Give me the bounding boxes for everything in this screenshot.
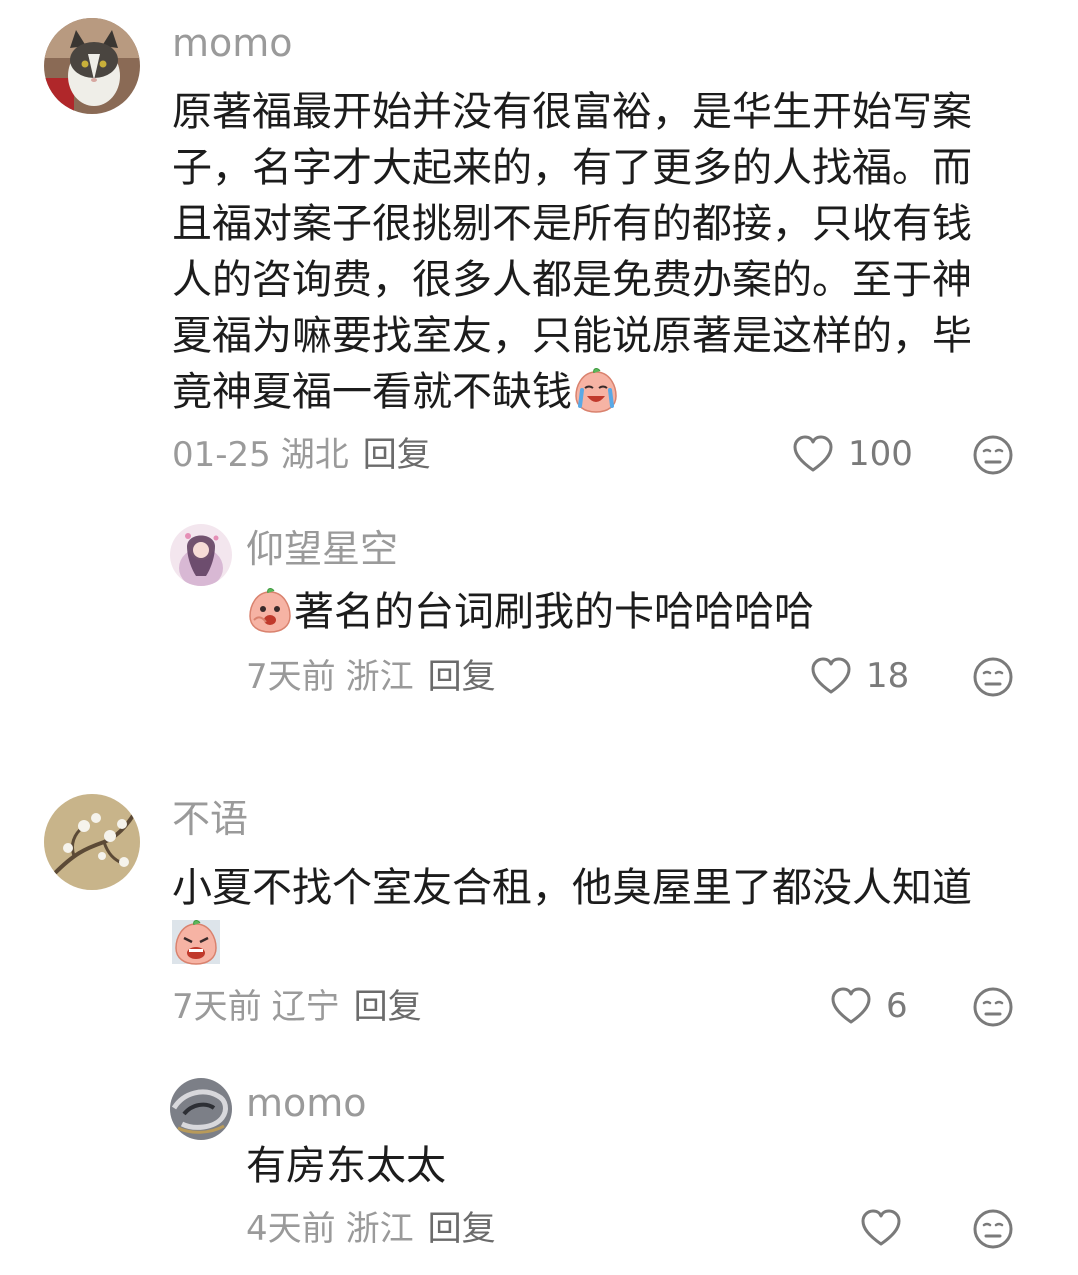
reply-button[interactable]: 回复 xyxy=(428,1209,496,1249)
username[interactable]: 仰望星空 xyxy=(246,530,398,568)
reply-meta: 4天前 浙江 回复 xyxy=(246,1212,496,1246)
avatar[interactable] xyxy=(170,1078,232,1140)
username[interactable]: 不语 xyxy=(172,800,248,838)
comment-text-line: 小夏不找个室友合租，他臭屋里了都没人知道 xyxy=(172,865,972,911)
heart-icon xyxy=(811,657,851,694)
comment-text-line: 且福对案子很挑剔不是所有的都接，只收有钱 xyxy=(172,201,972,247)
reply-location: 浙江 xyxy=(345,657,414,697)
heart-icon xyxy=(831,987,871,1024)
reply-meta: 7天前 浙江 回复 xyxy=(246,660,496,694)
avatar[interactable] xyxy=(170,524,232,586)
laughing-face-emoji xyxy=(249,588,291,633)
comment-text-line: 子，名字才大起来的，有了更多的人找福。而 xyxy=(172,145,972,191)
crying-face-emoji xyxy=(575,368,617,413)
avatar[interactable] xyxy=(44,794,140,890)
comment-text-line: 原著福最开始并没有很富裕，是华生开始写案 xyxy=(172,89,972,135)
heart-icon xyxy=(861,1209,901,1246)
like-count: 100 xyxy=(848,434,913,474)
comment-text-line: 竟神夏福一看就不缺钱 xyxy=(172,369,572,415)
dislike-icon[interactable] xyxy=(972,434,1014,476)
reply-button[interactable]: 回复 xyxy=(428,657,496,697)
reply-location: 浙江 xyxy=(345,1209,414,1249)
like-count: 18 xyxy=(866,656,910,696)
like-count: 6 xyxy=(886,986,908,1026)
like-button[interactable]: 18 xyxy=(810,656,909,696)
comment-text-line-last: 竟神夏福一看就不缺钱 xyxy=(172,364,972,420)
like-button[interactable]: 100 xyxy=(792,434,913,474)
reply-text-line: 有房东太太 xyxy=(246,1143,446,1189)
reply-button[interactable]: 回复 xyxy=(354,987,422,1027)
heart-icon xyxy=(793,435,833,472)
comment-text: 原著福最开始并没有很富裕，是华生开始写案 子，名字才大起来的，有了更多的人找福。… xyxy=(172,84,972,420)
like-button[interactable]: 6 xyxy=(830,986,908,1026)
avatar[interactable] xyxy=(44,18,140,114)
dislike-icon[interactable] xyxy=(972,1208,1014,1250)
username[interactable]: momo xyxy=(246,1084,367,1122)
like-button[interactable] xyxy=(860,1208,902,1248)
comment-date: 01-25 xyxy=(172,435,271,475)
comment-meta: 01-25 湖北 回复 xyxy=(172,438,431,472)
reply-text: 著名的台词刷我的卡哈哈哈哈 xyxy=(246,584,814,640)
comment-text-line: 夏福为嘛要找室友，只能说原著是这样的，毕 xyxy=(172,313,972,359)
reply-text: 有房东太太 xyxy=(246,1138,446,1194)
angry-face-emoji xyxy=(172,920,220,965)
comment-date: 7天前 xyxy=(172,987,262,1027)
reply-text-line: 著名的台词刷我的卡哈哈哈哈 xyxy=(294,589,814,635)
reply-button[interactable]: 回复 xyxy=(363,435,431,475)
comment-location: 湖北 xyxy=(280,435,349,475)
reply-date: 7天前 xyxy=(246,657,336,697)
comment-text-line: 人的咨询费，很多人都是免费办案的。至于神 xyxy=(172,257,972,303)
dislike-icon[interactable] xyxy=(972,986,1014,1028)
dislike-icon[interactable] xyxy=(972,656,1014,698)
comment-meta: 7天前 辽宁 回复 xyxy=(172,990,422,1024)
comment-text: 小夏不找个室友合租，他臭屋里了都没人知道 xyxy=(172,860,972,972)
username[interactable]: momo xyxy=(172,24,293,62)
comment-location: 辽宁 xyxy=(271,987,340,1027)
reply-date: 4天前 xyxy=(246,1209,336,1249)
